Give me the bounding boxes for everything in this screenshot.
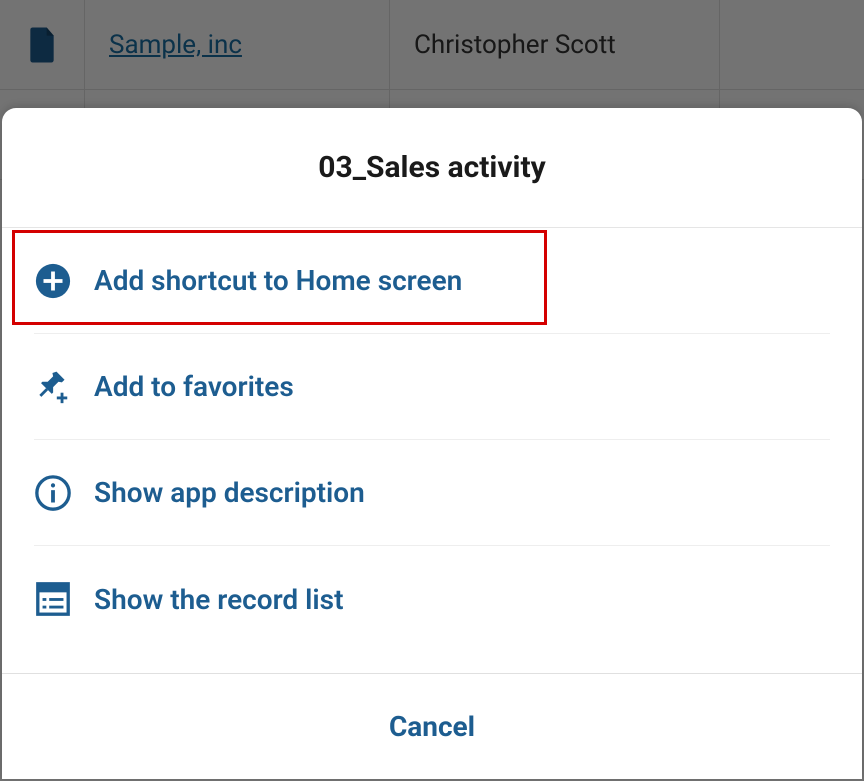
menu-item-label: Show the record list <box>94 583 343 616</box>
list-icon <box>34 580 72 618</box>
menu-item-add-favorites[interactable]: Add to favorites <box>34 334 830 440</box>
sheet-body: Add shortcut to Home screen Add to favor… <box>2 228 862 673</box>
pin-plus-icon <box>34 368 72 406</box>
cancel-button[interactable]: Cancel <box>2 673 862 779</box>
action-sheet: 03_Sales activity Add shortcut to Home s… <box>2 108 862 779</box>
menu-item-add-shortcut[interactable]: Add shortcut to Home screen <box>34 228 830 334</box>
plus-circle-icon <box>34 262 72 300</box>
menu-item-show-record-list[interactable]: Show the record list <box>34 546 830 652</box>
menu-item-show-description[interactable]: Show app description <box>34 440 830 546</box>
sheet-header: 03_Sales activity <box>2 108 862 228</box>
menu-item-label: Add shortcut to Home screen <box>94 264 462 297</box>
info-icon <box>34 474 72 512</box>
menu-item-label: Add to favorites <box>94 370 294 403</box>
cancel-label: Cancel <box>389 710 475 743</box>
sheet-title: 03_Sales activity <box>318 150 545 185</box>
menu-item-label: Show app description <box>94 476 365 509</box>
